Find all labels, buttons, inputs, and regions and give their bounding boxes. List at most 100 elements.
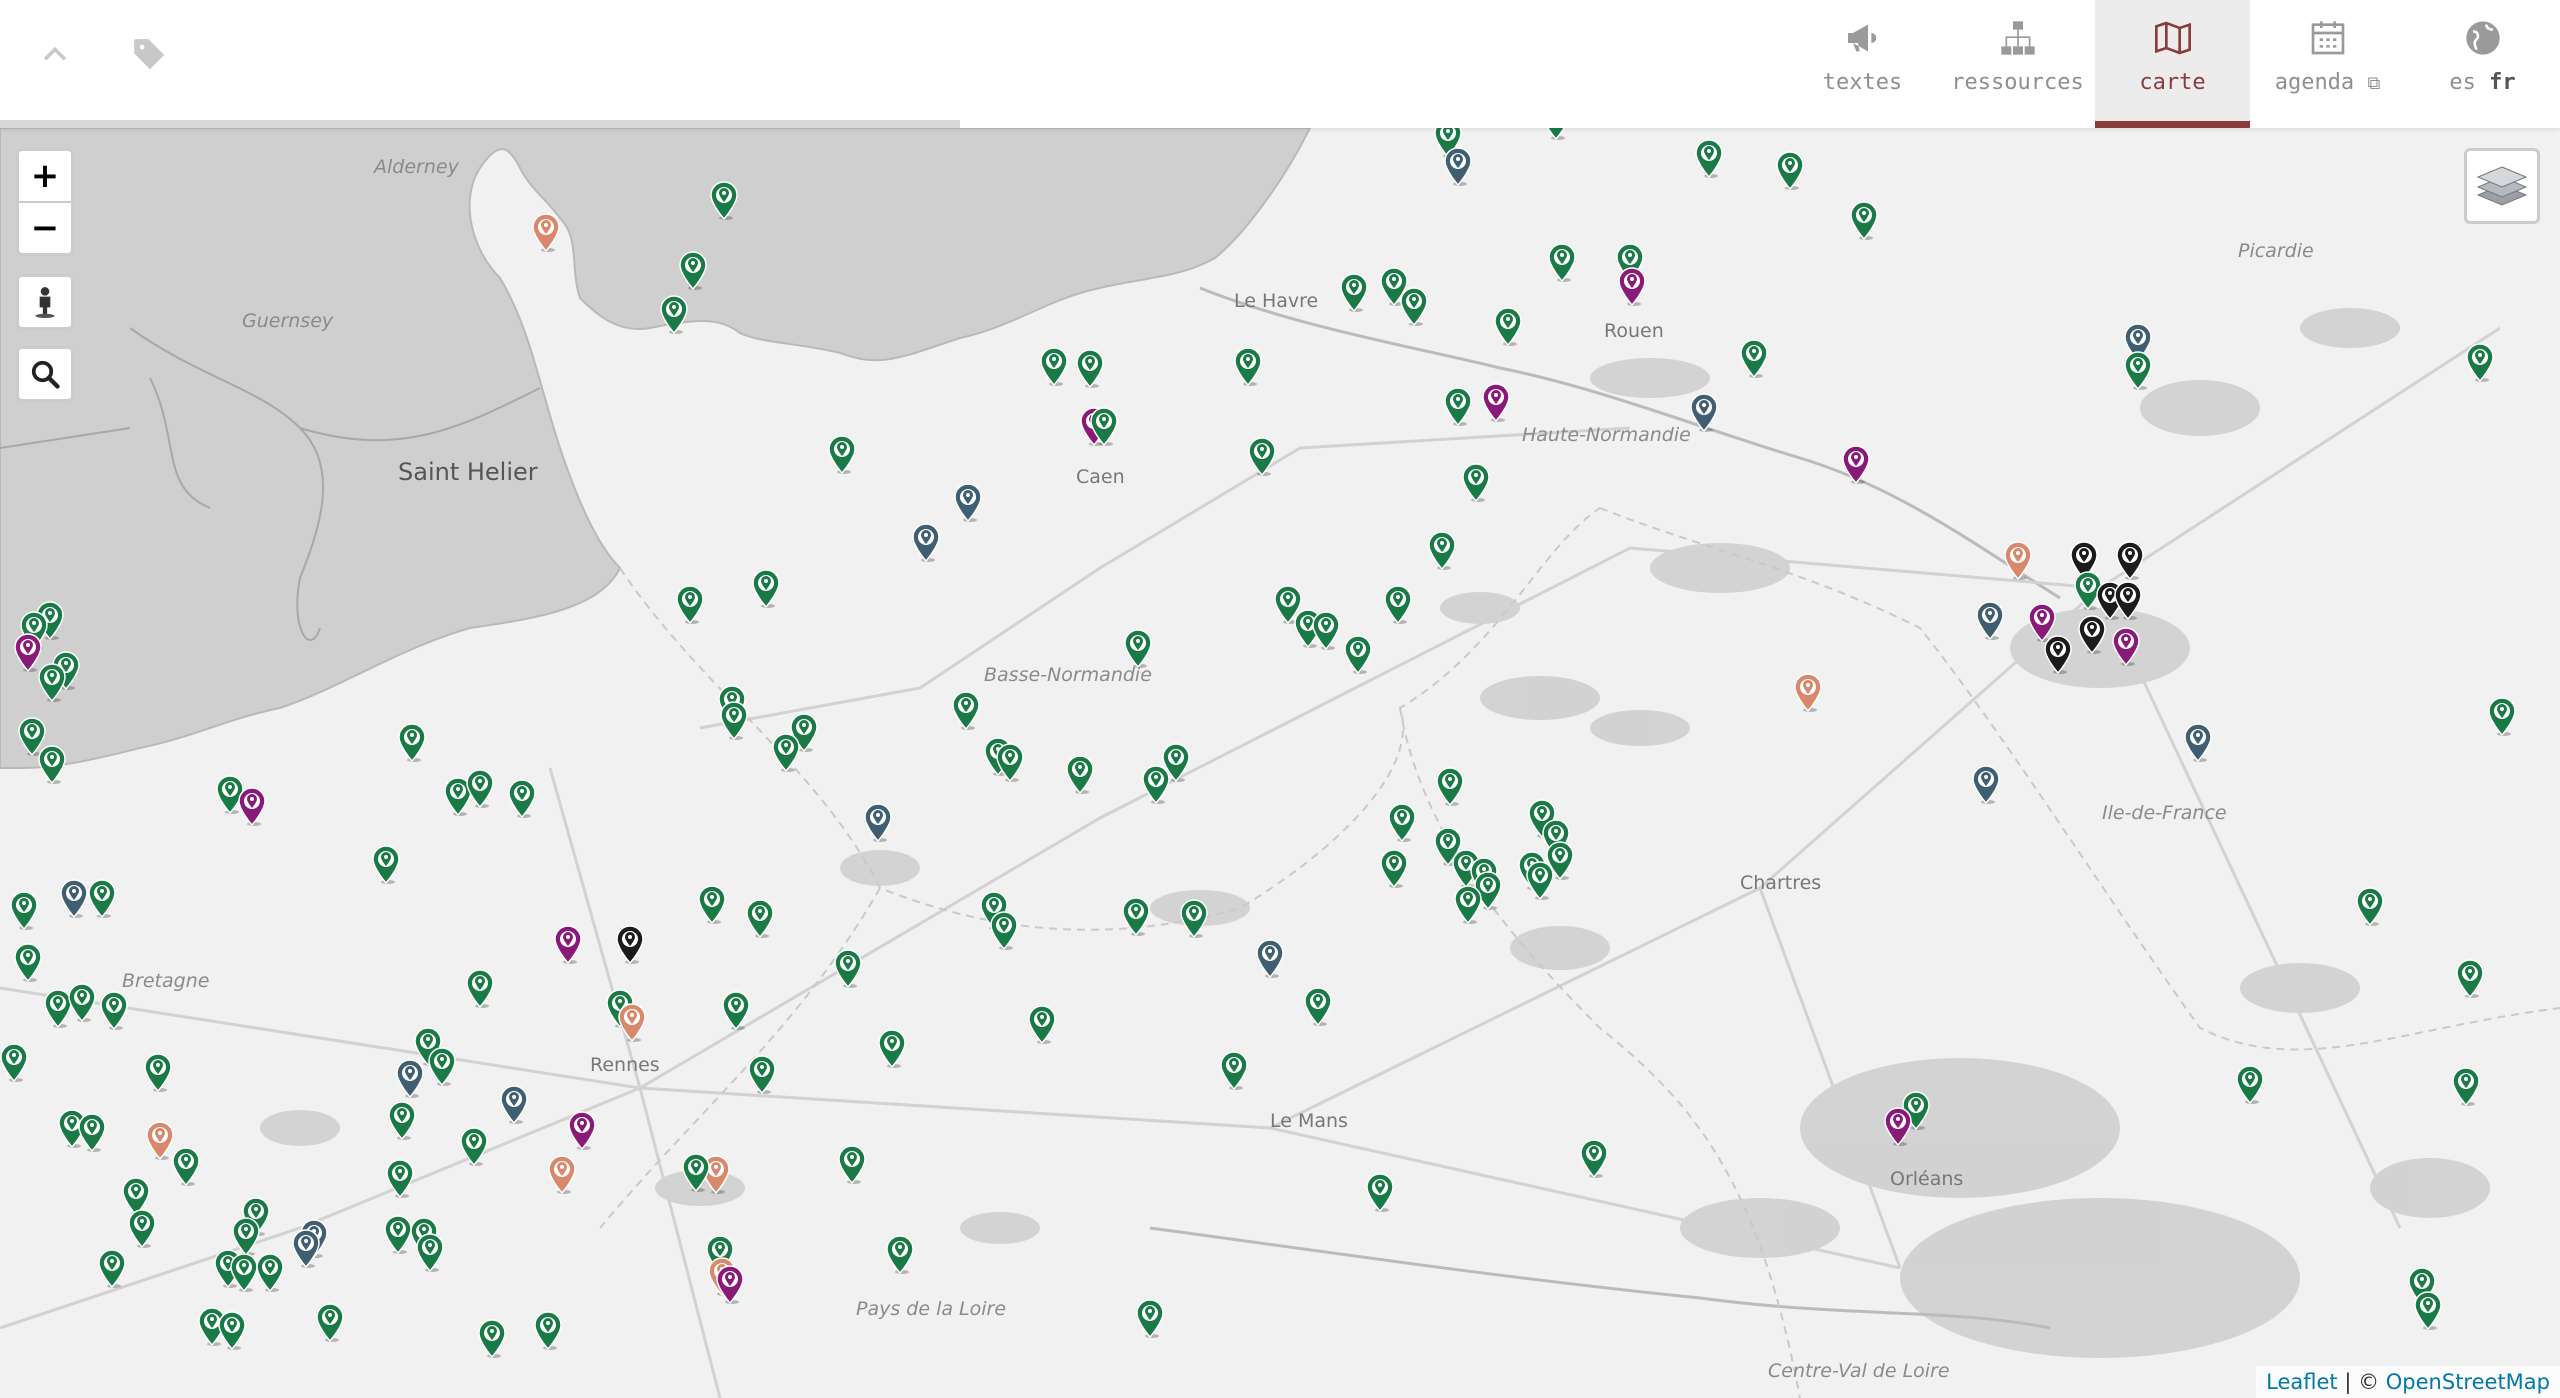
map-marker-green[interactable] [1135,1298,1165,1338]
map-marker-black[interactable] [2115,540,2145,580]
map-marker-green[interactable] [1435,766,1465,806]
map-marker-green[interactable] [1339,272,1369,312]
map-marker-green[interactable] [1233,346,1263,386]
map-marker-green[interactable] [989,910,1019,950]
nav-language[interactable]: es fr [2405,0,2560,128]
map-marker-green[interactable] [827,434,857,474]
map-marker-green[interactable] [1443,386,1473,426]
map-marker-green[interactable] [833,948,863,988]
map-marker-green[interactable] [1219,1050,1249,1090]
map-marker-green[interactable] [1311,610,1341,650]
map-marker-green[interactable] [1453,884,1483,924]
map-marker-orange[interactable] [531,212,561,252]
map-marker-green[interactable] [1123,628,1153,668]
map-marker-slate[interactable] [499,1084,529,1124]
map-marker-green[interactable] [719,700,749,740]
osm-link[interactable]: OpenStreetMap [2386,1370,2550,1394]
search-button[interactable] [16,346,74,402]
map-marker-green[interactable] [877,1028,907,1068]
map-marker-green[interactable] [387,1100,417,1140]
map-marker-purple[interactable] [1841,444,1871,484]
map-marker-black[interactable] [2043,634,2073,674]
map-marker-green[interactable] [465,768,495,808]
map-marker-green[interactable] [1343,634,1373,674]
map-marker-green[interactable] [1525,860,1555,900]
map-marker-green[interactable] [1579,1138,1609,1178]
map-marker-purple[interactable] [567,1110,597,1150]
map-marker-black[interactable] [615,924,645,964]
tag-icon[interactable] [125,30,175,80]
map-marker-green[interactable] [745,898,775,938]
map-marker-green[interactable] [697,884,727,924]
map-canvas[interactable]: Alderney Guernsey Saint Helier Le Havre … [0,128,2560,1398]
nav-carte[interactable]: carte [2095,0,2250,128]
nav-ressources[interactable]: ressources [1940,0,2095,128]
map-marker-green[interactable] [951,690,981,730]
map-marker-green[interactable] [385,1158,415,1198]
map-marker-green[interactable] [1365,1172,1395,1212]
map-marker-green[interactable] [771,732,801,772]
map-marker-green[interactable] [0,1042,29,1082]
map-marker-green[interactable] [721,990,751,1030]
map-marker-orange[interactable] [547,1154,577,1194]
map-marker-green[interactable] [143,1052,173,1092]
map-marker-green[interactable] [315,1302,345,1342]
lang-fr[interactable]: fr [2489,70,2516,95]
map-marker-slate[interactable] [1975,600,2005,640]
map-marker-green[interactable] [13,942,43,982]
map-marker-green[interactable] [255,1252,285,1292]
map-marker-green[interactable] [885,1234,915,1274]
map-marker-green[interactable] [681,1152,711,1192]
map-marker-green[interactable] [1493,306,1523,346]
map-marker-green[interactable] [371,844,401,884]
leaflet-link[interactable]: Leaflet [2266,1370,2338,1394]
map-marker-green[interactable] [678,250,708,290]
map-marker-green[interactable] [477,1318,507,1358]
map-marker-green[interactable] [2451,1066,2481,1106]
zoom-in-button[interactable]: + [19,151,71,201]
map-marker-green[interactable] [87,878,117,918]
map-marker-green[interactable] [507,778,537,818]
map-marker-green[interactable] [995,742,1025,782]
map-marker-green[interactable] [67,982,97,1022]
map-marker-green[interactable] [709,180,739,220]
map-marker-green[interactable] [1179,898,1209,938]
map-marker-green[interactable] [1547,242,1577,282]
map-marker-green[interactable] [1039,346,1069,386]
map-marker-green[interactable] [2487,696,2517,736]
map-marker-green[interactable] [1399,286,1429,326]
map-marker-green[interactable] [2455,958,2485,998]
map-marker-green[interactable] [459,1126,489,1166]
map-marker-purple[interactable] [553,924,583,964]
map-marker-green[interactable] [2413,1290,2443,1330]
map-marker-green[interactable] [77,1112,107,1152]
map-marker-orange[interactable] [2003,540,2033,580]
map-marker-green[interactable] [1027,1004,1057,1044]
map-marker-green[interactable] [9,890,39,930]
map-marker-green[interactable] [427,1046,457,1086]
zoom-out-button[interactable]: − [19,201,71,253]
map-marker-slate[interactable] [1255,938,1285,978]
map-marker-green[interactable] [127,1208,157,1248]
map-marker-green[interactable] [465,968,495,1008]
map-marker-green[interactable] [1775,150,1805,190]
map-marker-green[interactable] [1541,128,1571,140]
map-marker-green[interactable] [217,1310,247,1350]
pegman-button[interactable] [16,274,74,330]
map-marker-green[interactable] [37,744,67,784]
map-marker-green[interactable] [1379,848,1409,888]
map-marker-slate[interactable] [911,522,941,562]
map-marker-purple[interactable] [715,1264,745,1304]
map-marker-green[interactable] [1739,338,1769,378]
layers-button[interactable] [2464,148,2540,224]
map-marker-green[interactable] [1849,200,1879,240]
map-marker-green[interactable] [1461,462,1491,502]
map-marker-green[interactable] [1121,896,1151,936]
map-marker-green[interactable] [837,1144,867,1184]
map-marker-slate[interactable] [1971,764,2001,804]
map-marker-green[interactable] [97,1248,127,1288]
map-marker-slate[interactable] [395,1058,425,1098]
map-marker-slate[interactable] [1689,392,1719,432]
map-marker-orange[interactable] [617,1002,647,1042]
nav-textes[interactable]: textes [1785,0,1940,128]
